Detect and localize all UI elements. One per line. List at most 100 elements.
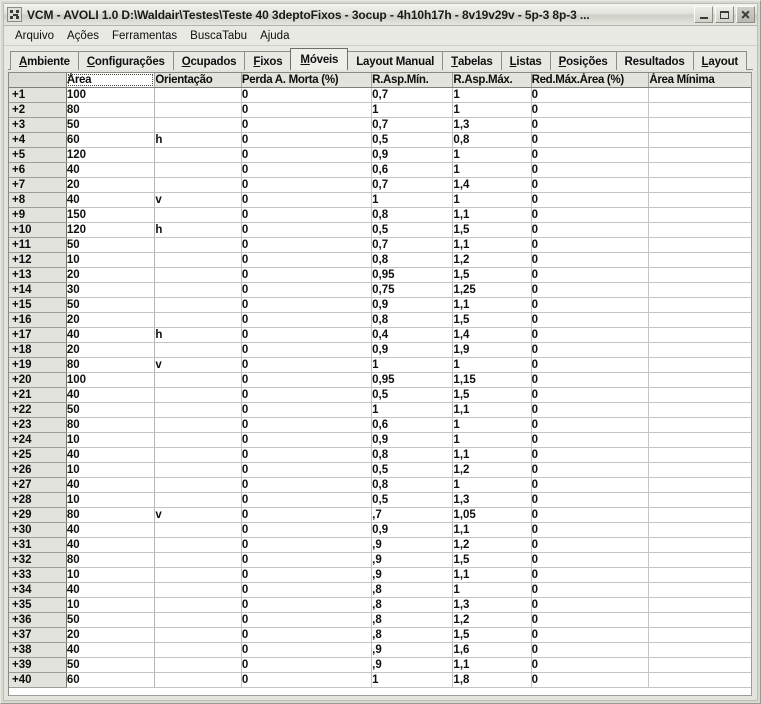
cell-area-minima[interactable] (648, 102, 751, 118)
row-header[interactable]: +20 (9, 372, 67, 388)
table-row[interactable]: +36 50 0,8 1,2 0 (9, 612, 751, 628)
table-row[interactable]: +19 80 v 0 1 1 0 (9, 357, 751, 373)
title-bar[interactable]: VCM - AVOLI 1.0 D:\Waldair\Testes\Teste … (4, 4, 757, 26)
cell-orientacao[interactable] (154, 282, 242, 298)
column-header-rasp-min[interactable]: R.Asp.Mín. (371, 73, 454, 88)
cell-orientacao[interactable] (154, 162, 242, 178)
cell-orientacao[interactable]: h (154, 132, 242, 148)
cell-orientacao[interactable] (154, 582, 242, 598)
row-header[interactable]: +35 (9, 597, 67, 613)
cell-perda-area-morta[interactable]: 0 (241, 462, 373, 478)
cell-area[interactable]: 10 (66, 492, 156, 508)
cell-rasp-max[interactable]: 1,4 (452, 177, 532, 193)
cell-area[interactable]: 50 (66, 237, 156, 253)
cell-perda-area-morta[interactable]: 0 (241, 222, 373, 238)
cell-rasp-max[interactable]: 1,1 (452, 567, 532, 583)
minimize-button[interactable] (694, 6, 713, 23)
cell-orientacao[interactable]: h (154, 327, 242, 343)
row-header[interactable]: +14 (9, 282, 67, 298)
cell-area-minima[interactable] (648, 222, 751, 238)
cell-red-max-area[interactable]: 0 (531, 117, 650, 133)
tab-posicoes[interactable]: Posições (549, 51, 617, 70)
close-button[interactable]: ✕ (736, 6, 755, 23)
cell-area-minima[interactable] (648, 492, 751, 508)
cell-area[interactable]: 10 (66, 432, 156, 448)
table-row[interactable]: +15 50 0 0,9 1,1 0 (9, 297, 751, 313)
cell-rasp-max[interactable]: 0,8 (452, 132, 532, 148)
cell-rasp-min[interactable]: ,7 (371, 507, 454, 523)
cell-area[interactable]: 10 (66, 252, 156, 268)
table-row[interactable]: +23 80 0 0,6 1 0 (9, 417, 751, 433)
table-row[interactable]: +37 20 0,8 1,5 0 (9, 627, 751, 643)
cell-rasp-min[interactable]: ,8 (371, 627, 454, 643)
cell-red-max-area[interactable]: 0 (531, 342, 650, 358)
cell-area-minima[interactable] (648, 507, 751, 523)
row-header[interactable]: +1 (9, 87, 67, 103)
cell-area[interactable]: 60 (66, 132, 156, 148)
cell-rasp-max[interactable]: 1 (452, 162, 532, 178)
cell-orientacao[interactable] (154, 312, 242, 328)
cell-area-minima[interactable] (648, 567, 751, 583)
cell-perda-area-morta[interactable]: 0 (241, 492, 373, 508)
cell-area-minima[interactable] (648, 297, 751, 313)
cell-perda-area-morta[interactable]: 0 (241, 342, 373, 358)
cell-perda-area-morta[interactable]: 0 (241, 267, 373, 283)
cell-area[interactable]: 20 (66, 267, 156, 283)
cell-area-minima[interactable] (648, 657, 751, 673)
cell-orientacao[interactable]: v (154, 357, 242, 373)
cell-area[interactable]: 40 (66, 192, 156, 208)
row-header[interactable]: +28 (9, 492, 67, 508)
cell-rasp-min[interactable]: 0,5 (371, 492, 454, 508)
cell-rasp-max[interactable]: 1 (452, 192, 532, 208)
menu-item-ajuda[interactable]: Ajuda (254, 28, 296, 44)
cell-area[interactable]: 40 (66, 387, 156, 403)
cell-red-max-area[interactable]: 0 (531, 612, 650, 628)
cell-rasp-max[interactable]: 1,2 (452, 612, 532, 628)
cell-area-minima[interactable] (648, 372, 751, 388)
cell-rasp-min[interactable]: 1 (371, 357, 454, 373)
cell-area[interactable]: 10 (66, 567, 156, 583)
cell-area-minima[interactable] (648, 147, 751, 163)
cell-rasp-max[interactable]: 1,1 (452, 657, 532, 673)
cell-area[interactable]: 10 (66, 597, 156, 613)
cell-rasp-max[interactable]: 1,25 (452, 282, 532, 298)
cell-orientacao[interactable] (154, 567, 242, 583)
cell-rasp-max[interactable]: 1,1 (452, 522, 532, 538)
cell-area[interactable]: 50 (66, 612, 156, 628)
cell-perda-area-morta[interactable]: 0 (241, 612, 373, 628)
cell-orientacao[interactable] (154, 432, 242, 448)
cell-orientacao[interactable] (154, 372, 242, 388)
cell-orientacao[interactable] (154, 402, 242, 418)
cell-rasp-min[interactable]: ,9 (371, 537, 454, 553)
table-row[interactable]: +29 80 v 0,7 1,05 0 (9, 507, 751, 523)
cell-area-minima[interactable] (648, 432, 751, 448)
cell-perda-area-morta[interactable]: 0 (241, 252, 373, 268)
row-header[interactable]: +18 (9, 342, 67, 358)
cell-area[interactable]: 80 (66, 507, 156, 523)
tab-resultados[interactable]: Resultados (615, 51, 694, 70)
row-header[interactable]: +3 (9, 117, 67, 133)
cell-area[interactable]: 40 (66, 582, 156, 598)
row-header[interactable]: +4 (9, 132, 67, 148)
column-header-perda-area-morta[interactable]: Perda A. Morta (%) (241, 73, 373, 88)
cell-rasp-max[interactable]: 1,5 (452, 387, 532, 403)
cell-area[interactable]: 40 (66, 522, 156, 538)
cell-red-max-area[interactable]: 0 (531, 222, 650, 238)
cell-rasp-min[interactable]: 0,9 (371, 147, 454, 163)
table-row[interactable]: +31 40 0,9 1,2 0 (9, 537, 751, 553)
cell-rasp-max[interactable]: 1 (452, 357, 532, 373)
table-row[interactable]: +6 40 0 0,6 1 0 (9, 162, 751, 178)
table-row[interactable]: +38 40 0,9 1,6 0 (9, 642, 751, 658)
cell-red-max-area[interactable]: 0 (531, 297, 650, 313)
cell-red-max-area[interactable]: 0 (531, 507, 650, 523)
cell-rasp-max[interactable]: 1,5 (452, 267, 532, 283)
cell-perda-area-morta[interactable]: 0 (241, 312, 373, 328)
cell-red-max-area[interactable]: 0 (531, 492, 650, 508)
table-row[interactable]: +17 40 h 0 0,4 1,4 0 (9, 327, 751, 343)
cell-red-max-area[interactable]: 0 (531, 402, 650, 418)
cell-area-minima[interactable] (648, 327, 751, 343)
cell-area[interactable]: 40 (66, 537, 156, 553)
cell-orientacao[interactable] (154, 267, 242, 283)
cell-perda-area-morta[interactable]: 0 (241, 597, 373, 613)
cell-orientacao[interactable] (154, 522, 242, 538)
